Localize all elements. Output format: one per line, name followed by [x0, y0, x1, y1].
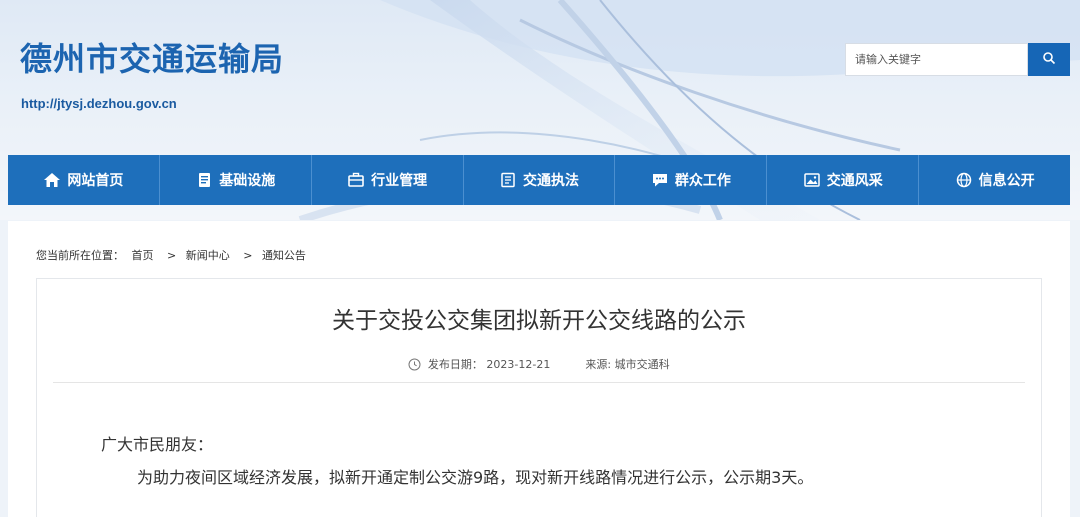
- nav-item-disclosure[interactable]: 信息公开: [919, 155, 1070, 205]
- site-title: 德州市交通运输局: [20, 40, 285, 78]
- breadcrumb-item-news[interactable]: 新闻中心: [186, 249, 230, 262]
- image-icon: [803, 173, 820, 187]
- nav-item-home[interactable]: 网站首页: [8, 155, 160, 205]
- breadcrumb-separator: >: [243, 249, 253, 262]
- clock-icon: [408, 358, 421, 371]
- article-paragraph: 为助力夜间区域经济发展，拟新开通定制公交游9路，现对新开线路情况进行公示，公示期…: [137, 468, 814, 487]
- article-title: 关于交投公交集团拟新开公交线路的公示: [332, 308, 746, 334]
- nav-item-label: 网站首页: [67, 173, 124, 189]
- breadcrumb-item-home[interactable]: 首页: [132, 249, 154, 262]
- book-icon: [501, 172, 515, 188]
- globe-icon: [956, 172, 971, 188]
- nav-item-label: 群众工作: [674, 173, 731, 189]
- nav-item-gallery[interactable]: 交通风采: [767, 155, 920, 205]
- nav-item-industry[interactable]: 行业管理: [312, 155, 464, 205]
- search-icon: [1043, 52, 1056, 65]
- nav-item-label: 信息公开: [978, 173, 1035, 189]
- briefcase-icon: [348, 172, 364, 187]
- nav-item-label: 交通执法: [523, 173, 579, 189]
- nav-item-infrastructure[interactable]: 基础设施: [160, 155, 312, 205]
- home-icon: [44, 173, 61, 187]
- nav-item-label: 行业管理: [371, 173, 428, 189]
- article-meta: 发布日期： 2023-12-21 来源: 城市交通科: [37, 356, 1041, 372]
- breadcrumb-item-notices[interactable]: 通知公告: [262, 249, 306, 262]
- document-icon: [199, 173, 211, 187]
- nav-item-enforcement[interactable]: 交通执法: [464, 155, 616, 205]
- breadcrumb-prefix: 您当前所在位置：: [36, 249, 124, 262]
- article-panel: 关于交投公交集团拟新开公交线路的公示 发布日期： 2023-12-21 来源: …: [36, 278, 1042, 517]
- nav-item-label: 基础设施: [219, 173, 276, 189]
- publish-date: 2023-12-21: [486, 358, 551, 371]
- chat-icon: [652, 174, 667, 187]
- divider: [53, 382, 1025, 383]
- search-button[interactable]: [1028, 43, 1070, 76]
- source-value: 城市交通科: [614, 358, 670, 371]
- article-salutation: 广大市民朋友：: [101, 435, 214, 454]
- date-label: 发布日期：: [427, 358, 483, 371]
- site-url[interactable]: http://jtysj.dezhou.gov.cn: [21, 96, 177, 111]
- breadcrumb-separator: >: [167, 249, 177, 262]
- source-label: 来源:: [585, 358, 612, 371]
- nav-item-public-work[interactable]: 群众工作: [615, 155, 768, 205]
- breadcrumb: 您当前所在位置： 首页 > 新闻中心 > 通知公告: [36, 247, 310, 263]
- search-input[interactable]: 请输入关键字: [845, 43, 1028, 76]
- content-card: 您当前所在位置： 首页 > 新闻中心 > 通知公告 关于交投公交集团拟新开公交线…: [8, 221, 1070, 517]
- main-nav: 网站首页 基础设施 行业管理 交通执法 群众工作 交通风采 信息公开: [8, 155, 1070, 205]
- nav-item-label: 交通风采: [826, 173, 883, 189]
